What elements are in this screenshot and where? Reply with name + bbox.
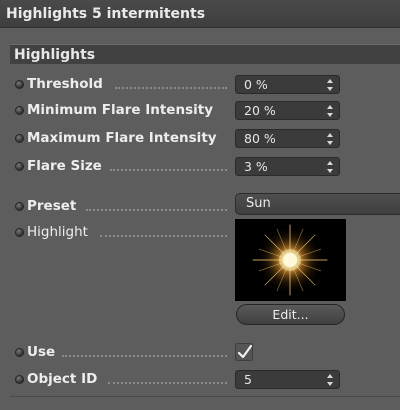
checkmark-icon — [237, 344, 253, 359]
min-flare-intensity-value: 20 % — [244, 103, 276, 118]
preset-value: Sun — [246, 196, 271, 211]
use-checkbox[interactable] — [235, 343, 253, 361]
spinner-arrows-icon[interactable] — [327, 133, 334, 145]
threshold-row: Threshold 0 % — [0, 74, 400, 96]
object-id-input[interactable]: 5 — [235, 370, 340, 389]
dotted-leader — [108, 382, 227, 384]
spinner-arrows-icon[interactable] — [327, 161, 334, 173]
spinner-arrows-icon[interactable] — [327, 374, 334, 386]
section-header-highlights[interactable]: Highlights — [10, 44, 400, 64]
spinner-arrows-icon[interactable] — [327, 105, 334, 117]
threshold-input[interactable]: 0 % — [235, 75, 340, 94]
animation-key-icon[interactable] — [15, 228, 24, 237]
section-title: Highlights — [14, 47, 96, 63]
animation-key-icon[interactable] — [15, 202, 24, 211]
divider — [10, 396, 400, 397]
edit-button[interactable]: Edit... — [236, 304, 345, 325]
animation-key-icon[interactable] — [15, 375, 24, 384]
preset-label: Preset — [27, 198, 77, 214]
object-id-value: 5 — [244, 372, 252, 387]
flare-size-value: 3 % — [244, 159, 268, 174]
flare-size-row: Flare Size 3 % — [0, 156, 400, 178]
preset-row: Preset Sun — [0, 193, 400, 218]
use-row: Use — [0, 342, 400, 364]
max-flare-intensity-input[interactable]: 80 % — [235, 129, 340, 148]
dotted-leader — [115, 87, 227, 89]
dotted-leader — [62, 355, 227, 357]
min-flare-intensity-row: Minimum Flare Intensity 20 % — [0, 100, 400, 122]
highlight-preview[interactable] — [235, 219, 346, 301]
flare-size-label: Flare Size — [27, 158, 102, 174]
sun-flare-icon — [235, 219, 346, 301]
dotted-leader — [110, 169, 227, 171]
flare-size-input[interactable]: 3 % — [235, 157, 340, 176]
highlight-label: Highlight — [27, 224, 88, 240]
animation-key-icon[interactable] — [15, 134, 24, 143]
preset-dropdown[interactable]: Sun — [235, 193, 400, 215]
min-flare-intensity-label: Minimum Flare Intensity — [27, 102, 213, 118]
animation-key-icon[interactable] — [15, 106, 24, 115]
min-flare-intensity-input[interactable]: 20 % — [235, 101, 340, 120]
threshold-label: Threshold — [27, 76, 103, 92]
window-titlebar: Highlights 5 intermitents — [0, 0, 400, 28]
max-flare-intensity-value: 80 % — [244, 131, 276, 146]
spinner-arrows-icon[interactable] — [327, 79, 334, 91]
use-label: Use — [27, 344, 56, 360]
window-title: Highlights 5 intermitents — [6, 6, 206, 22]
max-flare-intensity-row: Maximum Flare Intensity 80 % — [0, 128, 400, 150]
max-flare-intensity-label: Maximum Flare Intensity — [27, 130, 217, 146]
dotted-leader — [100, 235, 227, 237]
object-id-row: Object ID 5 — [0, 369, 400, 391]
dotted-leader — [86, 209, 227, 211]
animation-key-icon[interactable] — [15, 348, 24, 357]
threshold-value: 0 % — [244, 77, 268, 92]
object-id-label: Object ID — [27, 371, 98, 387]
animation-key-icon[interactable] — [15, 162, 24, 171]
animation-key-icon[interactable] — [15, 80, 24, 89]
